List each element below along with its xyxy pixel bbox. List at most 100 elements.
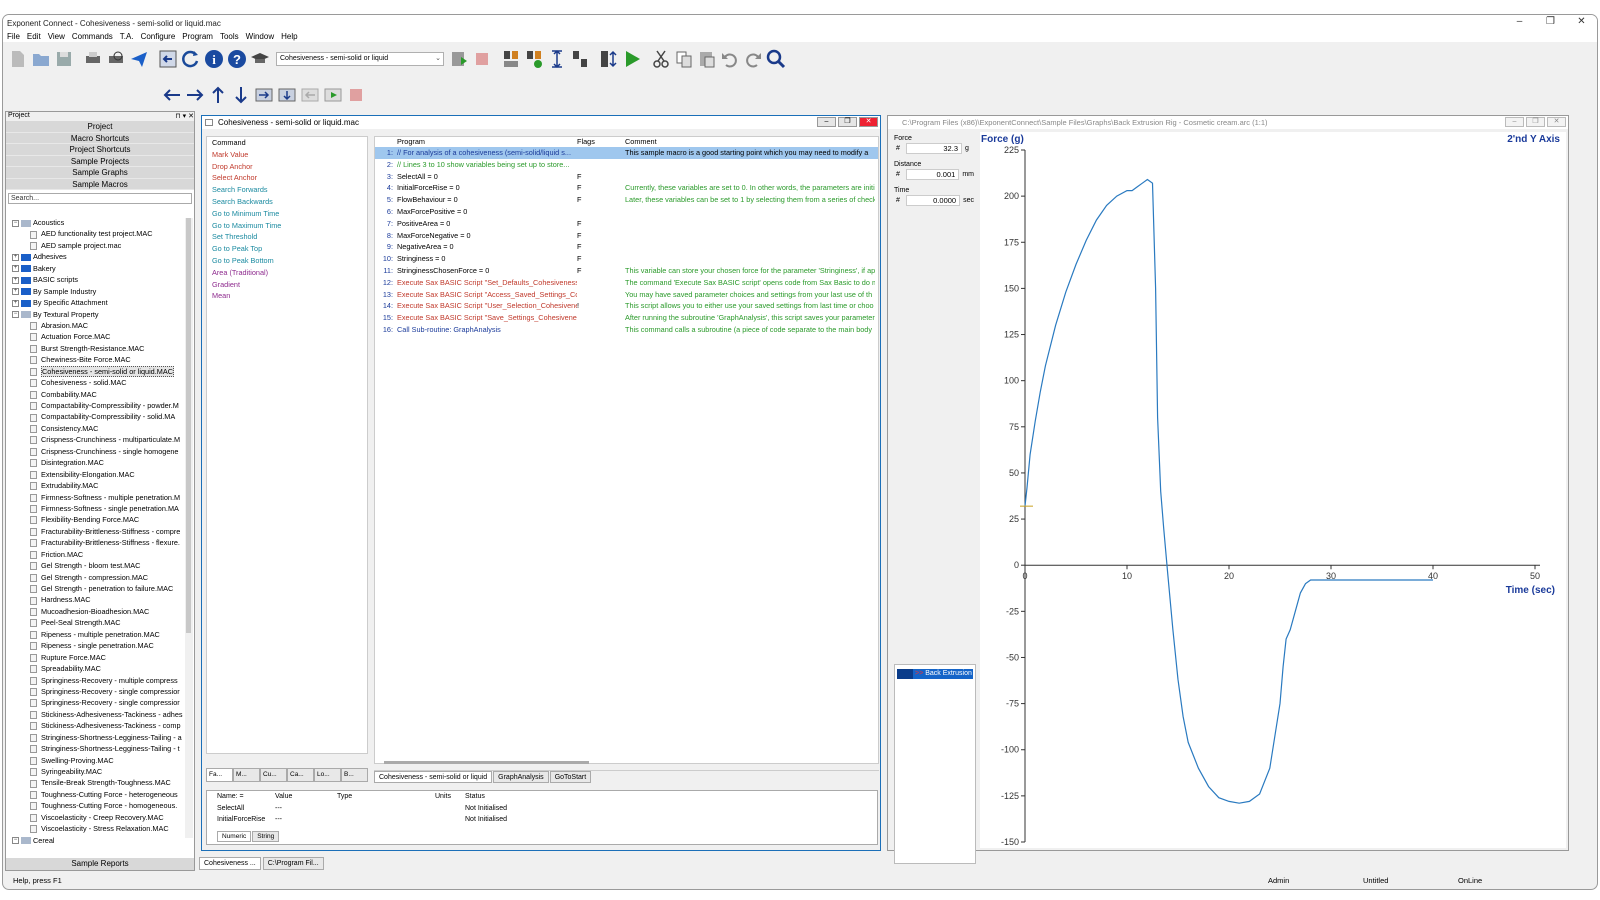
tree-file-item[interactable]: Viscoelasticity - Stress Relaxation.MAC xyxy=(6,823,184,834)
menu-item-commands[interactable]: Commands xyxy=(72,31,113,42)
print-icon[interactable] xyxy=(82,48,104,70)
minimize-button[interactable]: – xyxy=(817,117,836,127)
program-row[interactable]: 8: MaxForceNegative = 0 F xyxy=(375,230,878,242)
print-preview-icon[interactable] xyxy=(105,48,127,70)
tree-file-item[interactable]: Compactability-Compressibility - solid.M… xyxy=(6,411,184,422)
tree-file-item[interactable]: Tensile-Break Strength-Toughness.MAC xyxy=(6,777,184,788)
project-button-project-shortcuts[interactable]: Project Shortcuts xyxy=(6,144,194,156)
menu-item-edit[interactable]: Edit xyxy=(27,31,41,42)
program-row[interactable]: 4: InitialForceRise = 0 F Currently, these … xyxy=(375,182,878,194)
menu-item-program[interactable]: Program xyxy=(182,31,213,42)
command-item[interactable]: Drop Anchor xyxy=(207,161,367,173)
collapse-icon[interactable]: − xyxy=(12,311,19,319)
variable-column-header[interactable]: Status xyxy=(465,791,485,803)
tree-file-item[interactable]: Crispness-Crunchiness - single homogene xyxy=(6,446,184,457)
program-row[interactable]: 6: MaxForcePositive = 0 xyxy=(375,206,878,218)
collapse-icon[interactable]: − xyxy=(12,219,19,227)
legend-item-back-extrusion[interactable]: >> Back Extrusion xyxy=(897,669,973,679)
tree-file-item[interactable]: Ripeness - multiple penetration.MAC xyxy=(6,629,184,640)
tree-file-item[interactable]: Crispness-Crunchiness - multiparticulate… xyxy=(6,434,184,445)
macro-select[interactable]: Cohesiveness - semi-solid or liquid ⌄ xyxy=(276,52,444,66)
move-icon[interactable] xyxy=(598,48,620,70)
variable-row[interactable]: SelectAll --- Not Initialised xyxy=(207,803,877,815)
tree-file-item[interactable]: Spreadability.MAC xyxy=(6,663,184,674)
tree-file-item[interactable]: Stickiness-Adhesiveness-Tackiness - comp xyxy=(6,720,184,731)
flags-column-header[interactable]: Flags xyxy=(577,137,625,147)
project-button-macro-shortcuts[interactable]: Macro Shortcuts xyxy=(6,132,194,144)
program-row[interactable]: 13: Execute Sax BASIC Script "Access_Save… xyxy=(375,289,878,301)
variable-column-header[interactable]: Units xyxy=(435,791,465,803)
tree-file-item[interactable]: Syringeability.MAC xyxy=(6,766,184,777)
command-tab[interactable]: M... xyxy=(233,768,260,782)
undo-icon[interactable] xyxy=(719,48,741,70)
scrollbar-thumb[interactable] xyxy=(186,218,191,633)
probe-icon[interactable] xyxy=(500,48,522,70)
tree-file-item[interactable]: Gel Strength - compression.MAC xyxy=(6,572,184,583)
info-icon[interactable]: i xyxy=(203,48,225,70)
stop-icon[interactable] xyxy=(345,84,367,106)
tree-file-item[interactable]: Stringiness-Shortness-Legginess-Tailing … xyxy=(6,743,184,754)
variable-tab[interactable]: Numeric xyxy=(217,831,252,842)
run-macro-icon[interactable] xyxy=(448,48,470,70)
menu-item-ta[interactable]: T.A. xyxy=(120,31,134,42)
tree-file-item[interactable]: Viscoelasticity - Creep Recovery.MAC xyxy=(6,812,184,823)
refresh-icon[interactable] xyxy=(180,48,202,70)
back-icon[interactable] xyxy=(157,48,179,70)
menu-item-window[interactable]: Window xyxy=(246,31,274,42)
command-item[interactable]: Set Threshold xyxy=(207,231,367,243)
command-item[interactable]: Command xyxy=(207,137,367,149)
distance-icon[interactable] xyxy=(546,48,568,70)
menu-item-file[interactable]: File xyxy=(7,31,20,42)
paste-icon[interactable] xyxy=(696,48,718,70)
command-tab[interactable]: Lo... xyxy=(314,768,341,782)
maximize-button[interactable]: ❐ xyxy=(1535,15,1566,31)
program-row[interactable]: 11: StringinessChosenForce = 0 F This varia… xyxy=(375,265,878,277)
program-tab[interactable]: GoToStart xyxy=(549,771,592,783)
rig-icon[interactable] xyxy=(569,48,591,70)
program-tab[interactable]: Cohesiveness - semi-solid or liquid xyxy=(374,771,493,783)
restore-button[interactable]: ❐ xyxy=(838,117,857,127)
program-row[interactable]: 14: Execute Sax BASIC Script "User_Select… xyxy=(375,300,878,312)
command-item[interactable]: Area (Traditional) xyxy=(207,267,367,279)
command-item[interactable]: Search Backwards xyxy=(207,196,367,208)
tree-file-item[interactable]: AED functionality test project.MAC xyxy=(6,228,184,239)
tree-file-item[interactable]: Fracturability-Brittleness-Stiffness - c… xyxy=(6,526,184,537)
tree-file-item[interactable]: Combability.MAC xyxy=(6,389,184,400)
command-item[interactable]: Go to Peak Bottom xyxy=(207,255,367,267)
tree-file-item[interactable]: Springiness-Recovery - single compressio… xyxy=(6,697,184,708)
command-item[interactable]: Gradient xyxy=(207,279,367,291)
run-test-icon[interactable] xyxy=(621,48,643,70)
program-row[interactable]: 9: NegativeArea = 0 F xyxy=(375,241,878,253)
tree-file-item[interactable]: Actuation Force.MAC xyxy=(6,331,184,342)
collapse-icon[interactable]: − xyxy=(12,837,19,845)
pin-icon[interactable]: ⊓ ▾ ✕ xyxy=(175,112,194,121)
tree-folder-item[interactable]: − Acoustics xyxy=(6,217,184,228)
program-column-header[interactable]: Program xyxy=(397,137,577,147)
tree-folder-item[interactable]: + Bakery xyxy=(6,263,184,274)
arrow-up-icon[interactable] xyxy=(207,84,229,106)
program-row[interactable]: 1: // For analysis of a cohesiveness (sem… xyxy=(375,147,878,159)
program-tab[interactable]: GraphAnalysis xyxy=(493,771,549,783)
insert-left-icon[interactable] xyxy=(299,84,321,106)
tree-file-item[interactable]: Cohesiveness - semi-solid or liquid.MAC xyxy=(6,365,184,377)
new-icon[interactable] xyxy=(7,48,29,70)
command-tab[interactable]: Cu... xyxy=(260,768,287,782)
tree-file-item[interactable]: Disintegration.MAC xyxy=(6,457,184,468)
tree-file-item[interactable]: Rupture Force.MAC xyxy=(6,652,184,663)
tree-folder-item[interactable]: + BASIC scripts xyxy=(6,274,184,285)
command-tab[interactable]: B... xyxy=(341,768,368,782)
open-folder-icon[interactable] xyxy=(30,48,52,70)
expand-icon[interactable]: + xyxy=(12,276,19,284)
save-icon[interactable] xyxy=(53,48,75,70)
arrow-right-icon[interactable] xyxy=(184,84,206,106)
calibrate-icon[interactable] xyxy=(523,48,545,70)
project-tree-scrollbar[interactable] xyxy=(185,218,193,838)
tutorial-icon[interactable] xyxy=(249,48,271,70)
program-row[interactable]: 3: SelectAll = 0 F xyxy=(375,171,878,183)
command-item[interactable]: Search Forwards xyxy=(207,184,367,196)
project-search-input[interactable]: Search... xyxy=(8,193,192,204)
tree-file-item[interactable]: AED sample project.mac xyxy=(6,240,184,251)
tree-file-item[interactable]: Ripeness - single penetration.MAC xyxy=(6,640,184,651)
redo-icon[interactable] xyxy=(742,48,764,70)
command-item[interactable]: Mark Value xyxy=(207,149,367,161)
